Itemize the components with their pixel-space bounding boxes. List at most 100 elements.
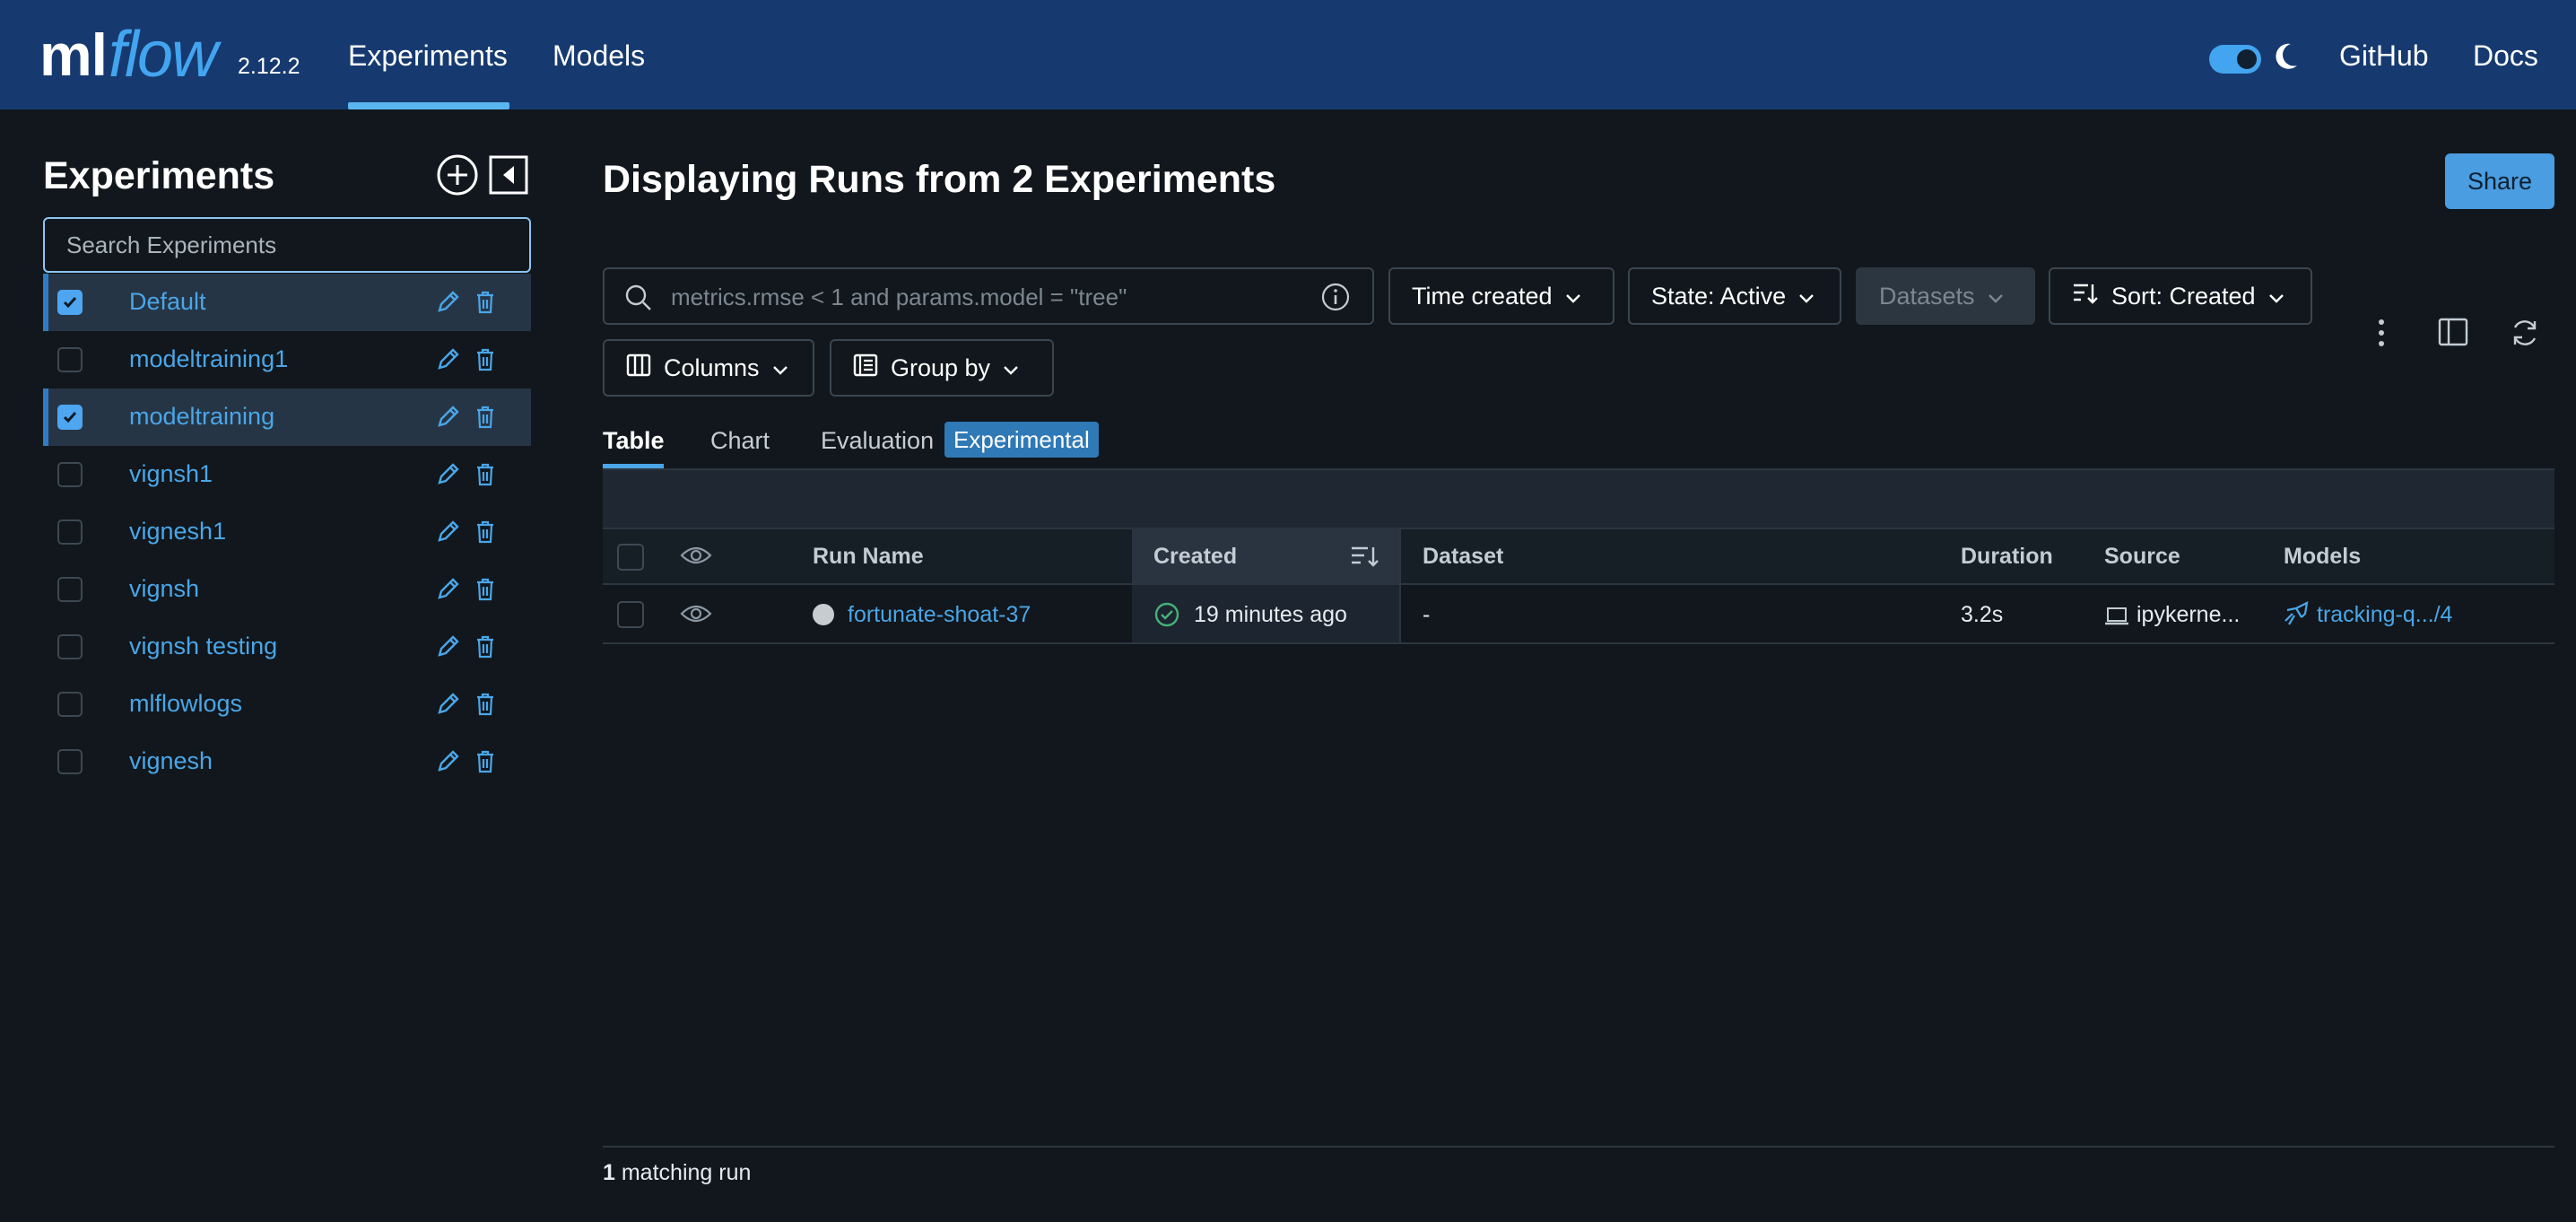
- datasets-dropdown[interactable]: Datasets: [1856, 267, 2035, 325]
- source-header[interactable]: Source: [2104, 544, 2180, 570]
- source-value[interactable]: ipykerne...: [2137, 602, 2240, 628]
- top-navbar: ml flow 2.12.2 Experiments Models GitHub…: [0, 0, 2576, 109]
- info-icon[interactable]: [1320, 282, 1351, 317]
- row-checkbox[interactable]: [617, 601, 644, 628]
- experiment-checkbox[interactable]: [57, 290, 83, 315]
- chevron-down-icon: [2268, 283, 2284, 310]
- experiment-checkbox[interactable]: [57, 692, 83, 717]
- experiment-checkbox[interactable]: [57, 634, 83, 659]
- github-link[interactable]: GitHub: [2339, 39, 2429, 73]
- eye-icon[interactable]: [680, 544, 712, 572]
- dark-mode-toggle[interactable]: [2209, 45, 2261, 74]
- mlflow-logo[interactable]: ml flow: [39, 16, 218, 93]
- trash-icon[interactable]: [475, 635, 495, 663]
- edit-icon[interactable]: [434, 287, 463, 320]
- experiment-checkbox[interactable]: [57, 462, 83, 487]
- columns-icon: [626, 354, 651, 383]
- columns-button[interactable]: Columns: [603, 339, 814, 397]
- edit-icon[interactable]: [434, 345, 463, 378]
- edit-icon[interactable]: [434, 689, 463, 722]
- search-experiments-field[interactable]: [43, 217, 531, 273]
- experimental-badge: Experimental: [944, 422, 1099, 458]
- edit-icon[interactable]: [434, 459, 463, 493]
- tab-chart[interactable]: Chart: [710, 427, 770, 455]
- trash-icon[interactable]: [475, 693, 495, 720]
- run-name-link[interactable]: fortunate-shoat-37: [848, 602, 1031, 628]
- more-options-icon[interactable]: [2371, 317, 2392, 354]
- experiment-name[interactable]: Default: [129, 288, 206, 316]
- eye-icon[interactable]: [680, 602, 712, 630]
- run-color-dot[interactable]: [813, 604, 834, 625]
- experiment-row[interactable]: Default: [43, 274, 531, 331]
- sort-dropdown[interactable]: Sort: Created: [2049, 267, 2312, 325]
- share-button[interactable]: Share: [2445, 153, 2554, 209]
- edit-icon[interactable]: [434, 517, 463, 550]
- trash-icon[interactable]: [475, 750, 495, 778]
- group-by-button[interactable]: Group by: [830, 339, 1054, 397]
- nav-models[interactable]: Models: [553, 39, 645, 73]
- experiment-name[interactable]: vignesh1: [129, 518, 226, 546]
- edit-icon[interactable]: [434, 574, 463, 607]
- tab-table[interactable]: Table: [603, 427, 665, 455]
- experiment-name[interactable]: vignsh testing: [129, 633, 277, 660]
- matching-runs-count: 1 matching run: [603, 1160, 751, 1186]
- dataset-header[interactable]: Dataset: [1423, 544, 1503, 570]
- experiment-row[interactable]: vignsh: [43, 561, 531, 618]
- experiment-checkbox[interactable]: [57, 749, 83, 774]
- edit-icon[interactable]: [434, 746, 463, 780]
- model-link[interactable]: tracking-q.../4: [2317, 602, 2452, 628]
- side-panel-icon[interactable]: [2438, 318, 2468, 351]
- experiment-name[interactable]: vignsh1: [129, 460, 213, 488]
- page-title: Displaying Runs from 2 Experiments: [603, 158, 1276, 201]
- edit-icon[interactable]: [434, 402, 463, 435]
- matching-label: matching run: [621, 1160, 752, 1185]
- chevron-down-icon: [772, 354, 788, 382]
- experiment-name[interactable]: vignsh: [129, 575, 199, 603]
- time-created-dropdown[interactable]: Time created: [1388, 267, 1614, 325]
- experiment-row[interactable]: mlflowlogs: [43, 676, 531, 733]
- experiment-name[interactable]: mlflowlogs: [129, 690, 242, 718]
- search-experiments-input[interactable]: [45, 219, 529, 271]
- collapse-sidebar-icon[interactable]: [489, 155, 528, 199]
- sort-desc-icon[interactable]: [1350, 544, 1380, 573]
- experiment-row[interactable]: vignesh: [43, 733, 531, 790]
- table-header-row: Run Name Created Dataset Duration Source…: [603, 528, 2554, 585]
- created-header[interactable]: Created: [1153, 544, 1237, 570]
- docs-link[interactable]: Docs: [2473, 39, 2538, 73]
- experiment-row[interactable]: vignsh1: [43, 446, 531, 503]
- edit-icon[interactable]: [434, 632, 463, 665]
- refresh-icon[interactable]: [2509, 317, 2541, 354]
- experiment-row[interactable]: modeltraining1: [43, 331, 531, 388]
- experiment-row[interactable]: vignsh testing: [43, 618, 531, 676]
- experiment-checkbox[interactable]: [57, 405, 83, 430]
- tab-evaluation[interactable]: Evaluation: [821, 427, 934, 455]
- select-all-checkbox[interactable]: [617, 544, 644, 571]
- models-header[interactable]: Models: [2284, 544, 2361, 570]
- trash-icon[interactable]: [475, 291, 495, 319]
- toggle-knob: [2237, 49, 2257, 69]
- matching-count: 1: [603, 1160, 615, 1185]
- experiment-checkbox[interactable]: [57, 577, 83, 602]
- run-filter-field[interactable]: [603, 267, 1374, 325]
- chevron-down-icon: [1003, 354, 1019, 382]
- trash-icon[interactable]: [475, 348, 495, 376]
- experiment-name[interactable]: vignesh: [129, 747, 213, 775]
- nav-experiments[interactable]: Experiments: [348, 39, 508, 73]
- run-name-header[interactable]: Run Name: [813, 544, 924, 570]
- experiment-name[interactable]: modeltraining1: [129, 345, 288, 373]
- duration-header[interactable]: Duration: [1961, 544, 2053, 570]
- experiment-row[interactable]: vignesh1: [43, 503, 531, 561]
- experiment-row[interactable]: modeltraining: [43, 388, 531, 446]
- logo-flow-text: flow: [109, 19, 218, 91]
- run-filter-input[interactable]: [669, 269, 1301, 325]
- trash-icon[interactable]: [475, 578, 495, 606]
- trash-icon[interactable]: [475, 520, 495, 548]
- create-experiment-icon[interactable]: [436, 153, 479, 201]
- trash-icon[interactable]: [475, 406, 495, 433]
- experiment-name[interactable]: modeltraining: [129, 403, 274, 431]
- experiment-checkbox[interactable]: [57, 347, 83, 372]
- state-dropdown[interactable]: State: Active: [1628, 267, 1841, 325]
- trash-icon[interactable]: [475, 463, 495, 491]
- experiment-checkbox[interactable]: [57, 519, 83, 545]
- model-icon: [2284, 601, 2312, 633]
